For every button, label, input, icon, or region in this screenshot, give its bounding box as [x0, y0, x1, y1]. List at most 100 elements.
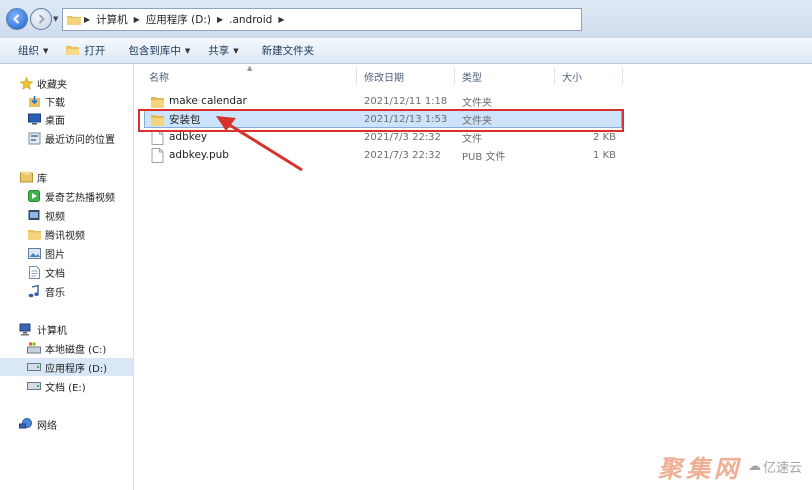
system-drive-icon [27, 341, 41, 355]
file-size: 1 KB [593, 149, 616, 161]
file-size [562, 92, 616, 110]
sidebar-network[interactable]: 网络 [0, 415, 133, 433]
watermark-logo-text: 亿速云 [762, 461, 802, 476]
file-name: adbkey [169, 131, 208, 143]
sidebar-label: 文档 (E:) [45, 382, 86, 394]
back-button[interactable] [6, 8, 28, 30]
table-row[interactable]: adbkey.pub 2021/7/3 22:32 PUB 文件 1 KB [144, 146, 622, 164]
sidebar-item-recent[interactable]: 最近访问的位置 [0, 129, 133, 147]
column-header-name[interactable]: 名称 [149, 66, 359, 86]
computer-icon [19, 322, 33, 336]
crumb-separator-icon[interactable]: ▶ [131, 15, 143, 24]
column-label: 修改日期 [364, 72, 404, 84]
sidebar-item-tencent-video[interactable]: 腾讯视频 [0, 225, 133, 243]
file-name: make calendar [169, 95, 247, 107]
new-folder-button[interactable]: 新建文件夹 [248, 38, 324, 63]
command-bar: 组织 ▼ 打开 包含到库中 ▼ 共享 ▼ 新建文件夹 [0, 38, 812, 64]
chevron-down-icon: ▼ [43, 46, 49, 55]
drive-icon [27, 360, 41, 374]
downloads-folder-icon [27, 94, 41, 108]
name-cell: adbkey.pub [151, 146, 229, 164]
watermark-brand: 聚集网 [657, 455, 742, 483]
folder-open-icon [66, 46, 81, 55]
path-box[interactable]: ▶ 计算机 ▶ 应用程序 (D:) ▶ .android ▶ [62, 8, 582, 31]
folder-icon [151, 96, 164, 108]
column-header-type[interactable]: 类型 [462, 66, 552, 86]
sidebar-favorites[interactable]: 收藏夹 [0, 74, 133, 92]
file-name: adbkey.pub [169, 149, 229, 161]
sidebar-item-drive-d[interactable]: 应用程序 (D:) [0, 358, 133, 376]
sidebar-item-music[interactable]: 音乐 [0, 282, 133, 300]
watermark: 聚集网 ☁ 亿速云 [658, 449, 802, 484]
crumb-android[interactable]: .android [226, 9, 275, 30]
sidebar-label: 本地磁盘 (C:) [45, 344, 107, 356]
sidebar-item-documents[interactable]: 文档 [0, 263, 133, 281]
sidebar-label: 图片 [45, 249, 65, 261]
picture-icon [27, 246, 41, 260]
column-label: 类型 [462, 72, 482, 84]
sidebar-label: 文档 [45, 268, 65, 280]
video-icon [27, 208, 41, 222]
column-header-size[interactable]: 大小 [562, 66, 622, 86]
sidebar-item-pictures[interactable]: 图片 [0, 244, 133, 262]
address-bar: ▼ ▶ 计算机 ▶ 应用程序 (D:) ▶ .android ▶ [0, 0, 812, 38]
drive-icon [27, 379, 41, 393]
table-row[interactable]: make calendar 2021/12/11 1:18 文件夹 [144, 92, 622, 110]
sidebar-computer[interactable]: 计算机 [0, 320, 133, 338]
crumb-separator-icon[interactable]: ▶ [214, 15, 226, 24]
column-divider[interactable] [356, 67, 357, 85]
sidebar-item-drive-c[interactable]: 本地磁盘 (C:) [0, 339, 133, 357]
file-type: PUB 文件 [462, 151, 506, 163]
arrow-right-icon [38, 14, 45, 24]
navigation-pane: 收藏夹 下载 桌面 最近访问的位置 库 爱奇艺热播视频 视频 腾讯视频 图片 文… [0, 64, 134, 490]
iqiyi-icon [27, 189, 41, 203]
desktop-icon [27, 112, 41, 126]
arrow-left-icon [13, 14, 20, 24]
chevron-down-icon: ▼ [184, 46, 191, 55]
sidebar-item-downloads[interactable]: 下载 [0, 92, 133, 110]
forward-button[interactable] [30, 8, 52, 30]
column-header-date[interactable]: 修改日期 [364, 66, 454, 86]
crumb-drive-d[interactable]: 应用程序 (D:) [143, 9, 214, 30]
column-divider[interactable] [554, 67, 555, 85]
star-icon [19, 76, 33, 90]
folder-icon [27, 227, 41, 241]
music-icon [27, 284, 41, 298]
include-in-library-label: 包含到库中 [128, 45, 181, 57]
sidebar-libraries[interactable]: 库 [0, 168, 133, 186]
sidebar-label: 桌面 [45, 115, 65, 127]
network-icon [19, 417, 33, 431]
sidebar-item-iqiyi[interactable]: 爱奇艺热播视频 [0, 187, 133, 205]
cloud-logo-icon: ☁ [747, 459, 761, 474]
column-divider[interactable] [454, 67, 455, 85]
crumb-separator-icon[interactable]: ▶ [275, 15, 287, 24]
sidebar-label: 视频 [45, 211, 65, 223]
crumb-separator-icon[interactable]: ▶ [81, 15, 93, 24]
sidebar-label: 网络 [37, 420, 57, 432]
open-button[interactable]: 打开 [57, 38, 114, 63]
recent-pages-dropdown[interactable]: ▼ [53, 15, 61, 23]
sidebar-label: 应用程序 (D:) [45, 363, 108, 375]
folder-icon [67, 16, 81, 25]
chevron-down-icon: ▼ [233, 46, 239, 55]
name-cell: make calendar [151, 92, 247, 110]
open-label: 打开 [84, 45, 106, 57]
sidebar-label: 腾讯视频 [45, 230, 85, 242]
sidebar-label: 收藏夹 [37, 79, 67, 91]
sidebar-item-drive-e[interactable]: 文档 (E:) [0, 377, 133, 395]
crumb-computer[interactable]: 计算机 [93, 9, 131, 30]
column-label: 名称 [149, 72, 169, 84]
file-date: 2021/12/11 1:18 [364, 95, 448, 107]
column-divider[interactable] [622, 67, 623, 85]
recent-places-icon [27, 131, 41, 145]
sidebar-item-desktop[interactable]: 桌面 [0, 110, 133, 128]
annotation-highlight-box [138, 109, 624, 132]
library-icon [19, 170, 33, 184]
sidebar-item-videos[interactable]: 视频 [0, 206, 133, 224]
include-in-library-button[interactable]: 包含到库中 ▼ [114, 38, 199, 63]
share-button[interactable]: 共享 ▼ [199, 38, 247, 63]
file-icon [151, 147, 164, 163]
organize-label: 组织 [18, 45, 39, 57]
share-label: 共享 [208, 45, 230, 57]
organize-button[interactable]: 组织 ▼ [0, 38, 57, 63]
